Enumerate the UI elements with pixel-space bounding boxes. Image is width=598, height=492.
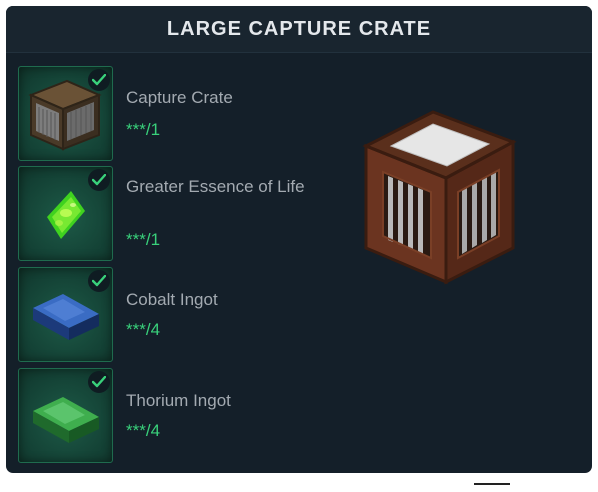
ingredient-quantity: ***/1 <box>126 120 161 139</box>
complete-check-icon <box>88 270 110 292</box>
ingredient-quantity: ***/4 <box>126 421 161 440</box>
ingredient-slot[interactable] <box>18 267 113 362</box>
complete-check-icon <box>88 169 110 191</box>
complete-check-icon <box>88 371 110 393</box>
ingredient-row-thorium-ingot[interactable]: Thorium Ingot ***/4 <box>18 368 358 463</box>
panel-header: LARGE CAPTURE CRATE <box>6 6 592 53</box>
ingredient-quantity: ***/4 <box>126 320 161 339</box>
ingredient-slot[interactable] <box>18 368 113 463</box>
ingredient-slot[interactable] <box>18 166 113 261</box>
ingredient-name: Cobalt Ingot <box>126 290 218 309</box>
ingredient-row-cobalt-ingot[interactable]: Cobalt Ingot ***/4 <box>18 267 358 362</box>
ingredient-name: Capture Crate <box>126 88 233 107</box>
ingredient-row-greater-essence-of-life[interactable]: Greater Essence of Life ***/1 <box>18 166 358 261</box>
ingredient-row-capture-crate[interactable]: Capture Crate ***/1 <box>18 66 358 161</box>
complete-check-icon <box>88 69 110 91</box>
result-preview <box>361 106 531 286</box>
panel-title: LARGE CAPTURE CRATE <box>166 17 432 40</box>
ingredient-name: Greater Essence of Life <box>126 177 305 196</box>
ingredient-slot[interactable] <box>18 66 113 161</box>
ingredient-quantity: ***/1 <box>126 230 161 249</box>
recipe-panel: LARGE CAPTURE CRATE Capture Crate ***/1 … <box>6 6 592 473</box>
ingredient-name: Thorium Ingot <box>126 391 231 410</box>
large-capture-crate-icon <box>362 110 517 285</box>
footer-underline <box>474 483 510 485</box>
